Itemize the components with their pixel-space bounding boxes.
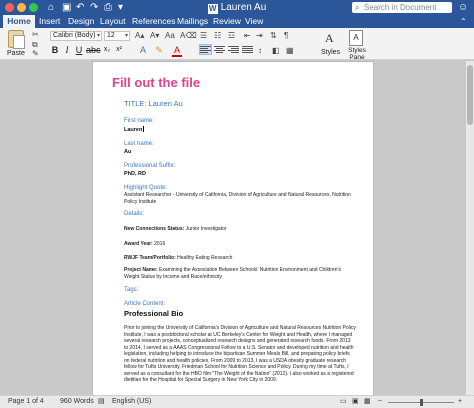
numbering-icon[interactable]: ☷: [214, 31, 221, 40]
paste-icon[interactable]: [8, 30, 25, 49]
zoom-slider-handle[interactable]: [420, 399, 423, 406]
scrollbar-thumb[interactable]: [467, 65, 473, 125]
subscript-icon[interactable]: x₂: [102, 45, 112, 55]
line-spacing-icon[interactable]: ↕: [258, 46, 262, 55]
last-name-value[interactable]: Au: [124, 149, 356, 155]
status-bar: Page 1 of 4 960 Words ▤ English (US) ▭ ▣…: [0, 395, 474, 408]
styles-button[interactable]: Styles: [321, 49, 340, 56]
ribbon-tabs: Home Insert Design Layout References Mai…: [0, 15, 474, 28]
tab-view[interactable]: View: [245, 15, 263, 28]
text-cursor: [142, 126, 144, 132]
styles-pane-icon[interactable]: A: [349, 30, 363, 46]
tab-layout[interactable]: Layout: [100, 15, 126, 28]
sort-icon[interactable]: ⇅: [270, 31, 277, 40]
shading-icon[interactable]: ◧: [272, 46, 280, 55]
bio-text[interactable]: Prior to joining the University of Calif…: [124, 325, 356, 384]
styles-pane-button[interactable]: Styles Pane: [345, 47, 369, 61]
tab-review[interactable]: Review: [213, 15, 241, 28]
ribbon-home: Paste ✂ ⧉ ✎ Calibri (Body) ▾ 12 ▾ A▴ A▾ Aa…: [0, 28, 474, 61]
print-layout-icon[interactable]: ▣: [352, 396, 359, 408]
tab-design[interactable]: Design: [68, 15, 94, 28]
zoom-out-icon[interactable]: −: [378, 396, 382, 408]
word-count[interactable]: 960 Words: [60, 396, 94, 408]
multilevel-list-icon[interactable]: ☲: [228, 31, 235, 40]
bullets-icon[interactable]: ☰: [200, 31, 207, 40]
clear-format-icon[interactable]: A⌫: [180, 31, 197, 40]
account-icon[interactable]: ☺: [458, 1, 468, 14]
first-name-label: First name:: [124, 118, 155, 124]
justify-icon[interactable]: [242, 45, 253, 54]
suffix-label: Professional Suffix:: [124, 163, 176, 169]
page-count[interactable]: Page 1 of 4: [8, 396, 44, 408]
align-left-icon[interactable]: [199, 44, 212, 55]
change-case-icon[interactable]: Aa: [165, 31, 175, 40]
copy-icon[interactable]: ⧉: [32, 40, 38, 49]
search-input[interactable]: ⌕ Search in Document: [352, 2, 452, 13]
collapse-ribbon-icon[interactable]: ⌃: [460, 15, 467, 28]
article-label: Article Content:: [124, 301, 166, 307]
title-line: TITLE: Lauren Au: [124, 99, 183, 108]
font-color-icon[interactable]: A: [172, 45, 182, 57]
proofing-icon[interactable]: ▤: [98, 396, 105, 408]
show-formatting-icon[interactable]: ¶: [284, 31, 288, 40]
superscript-icon[interactable]: x²: [114, 45, 124, 55]
shrink-font-icon[interactable]: A▾: [150, 31, 159, 40]
vertical-scrollbar[interactable]: [466, 61, 474, 395]
strikethrough-icon[interactable]: abc: [86, 45, 101, 55]
chevron-down-icon: ▾: [124, 33, 128, 39]
font-size-select[interactable]: 12 ▾: [104, 31, 130, 41]
cut-icon[interactable]: ✂: [32, 30, 39, 39]
borders-icon[interactable]: ▦: [286, 46, 294, 55]
quote-label: Highlight Quote:: [124, 185, 168, 191]
font-name-select[interactable]: Calibri (Body) ▾: [50, 31, 102, 41]
status-line[interactable]: New Connections Status: Junior Investiga…: [124, 226, 356, 233]
grow-font-icon[interactable]: A▴: [135, 31, 144, 40]
format-painter-icon[interactable]: ✎: [32, 49, 39, 58]
highlight-icon[interactable]: ✎: [154, 45, 164, 55]
tab-mailings[interactable]: Mailings: [177, 15, 208, 28]
bio-heading: Professional Bio: [124, 309, 184, 318]
text-effects-icon[interactable]: A: [138, 45, 148, 55]
project-line[interactable]: Project Name: Examining the Association …: [124, 267, 356, 280]
italic-icon[interactable]: I: [62, 45, 72, 55]
tags-label: Tags:: [124, 287, 139, 293]
tab-home[interactable]: Home: [3, 15, 35, 28]
details-label: Details:: [124, 211, 145, 217]
team-line[interactable]: RWJF Team/Portfolio: Healthy Eating Rese…: [124, 255, 356, 262]
focus-mode-icon[interactable]: ▭: [340, 396, 347, 408]
award-line[interactable]: Award Year: 2016: [124, 241, 356, 248]
word-doc-icon: W: [207, 4, 218, 14]
first-name-value[interactable]: Lauren: [124, 126, 356, 133]
last-name-label: Last name:: [124, 141, 154, 147]
paste-button[interactable]: Paste: [7, 50, 25, 57]
tab-insert[interactable]: Insert: [39, 15, 60, 28]
tab-references[interactable]: References: [132, 15, 175, 28]
quote-value[interactable]: Assistant Researcher - University of Cal…: [124, 192, 356, 205]
language-indicator[interactable]: English (US): [112, 396, 151, 408]
align-center-icon[interactable]: [214, 45, 225, 54]
decrease-indent-icon[interactable]: ⇤: [244, 31, 251, 40]
styles-icon[interactable]: A: [325, 30, 339, 46]
bold-icon[interactable]: B: [50, 45, 60, 55]
suffix-value[interactable]: PhD, RD: [124, 171, 356, 177]
title-bar: ⌂ ▣ ↶ ↷ ⎙ ▾ W Lauren Au ⌕ Search in Docume…: [0, 0, 474, 15]
search-icon: ⌕: [355, 3, 360, 12]
increase-indent-icon[interactable]: ⇥: [256, 31, 263, 40]
web-layout-icon[interactable]: ▦: [364, 396, 371, 408]
underline-icon[interactable]: U: [74, 45, 84, 55]
align-right-icon[interactable]: [228, 45, 239, 54]
zoom-in-icon[interactable]: +: [458, 396, 462, 408]
document-heading: Fill out the file: [112, 75, 201, 90]
document-workspace: Fill out the file TITLE: Lauren Au First…: [0, 61, 466, 395]
chevron-down-icon: ▾: [96, 33, 100, 39]
